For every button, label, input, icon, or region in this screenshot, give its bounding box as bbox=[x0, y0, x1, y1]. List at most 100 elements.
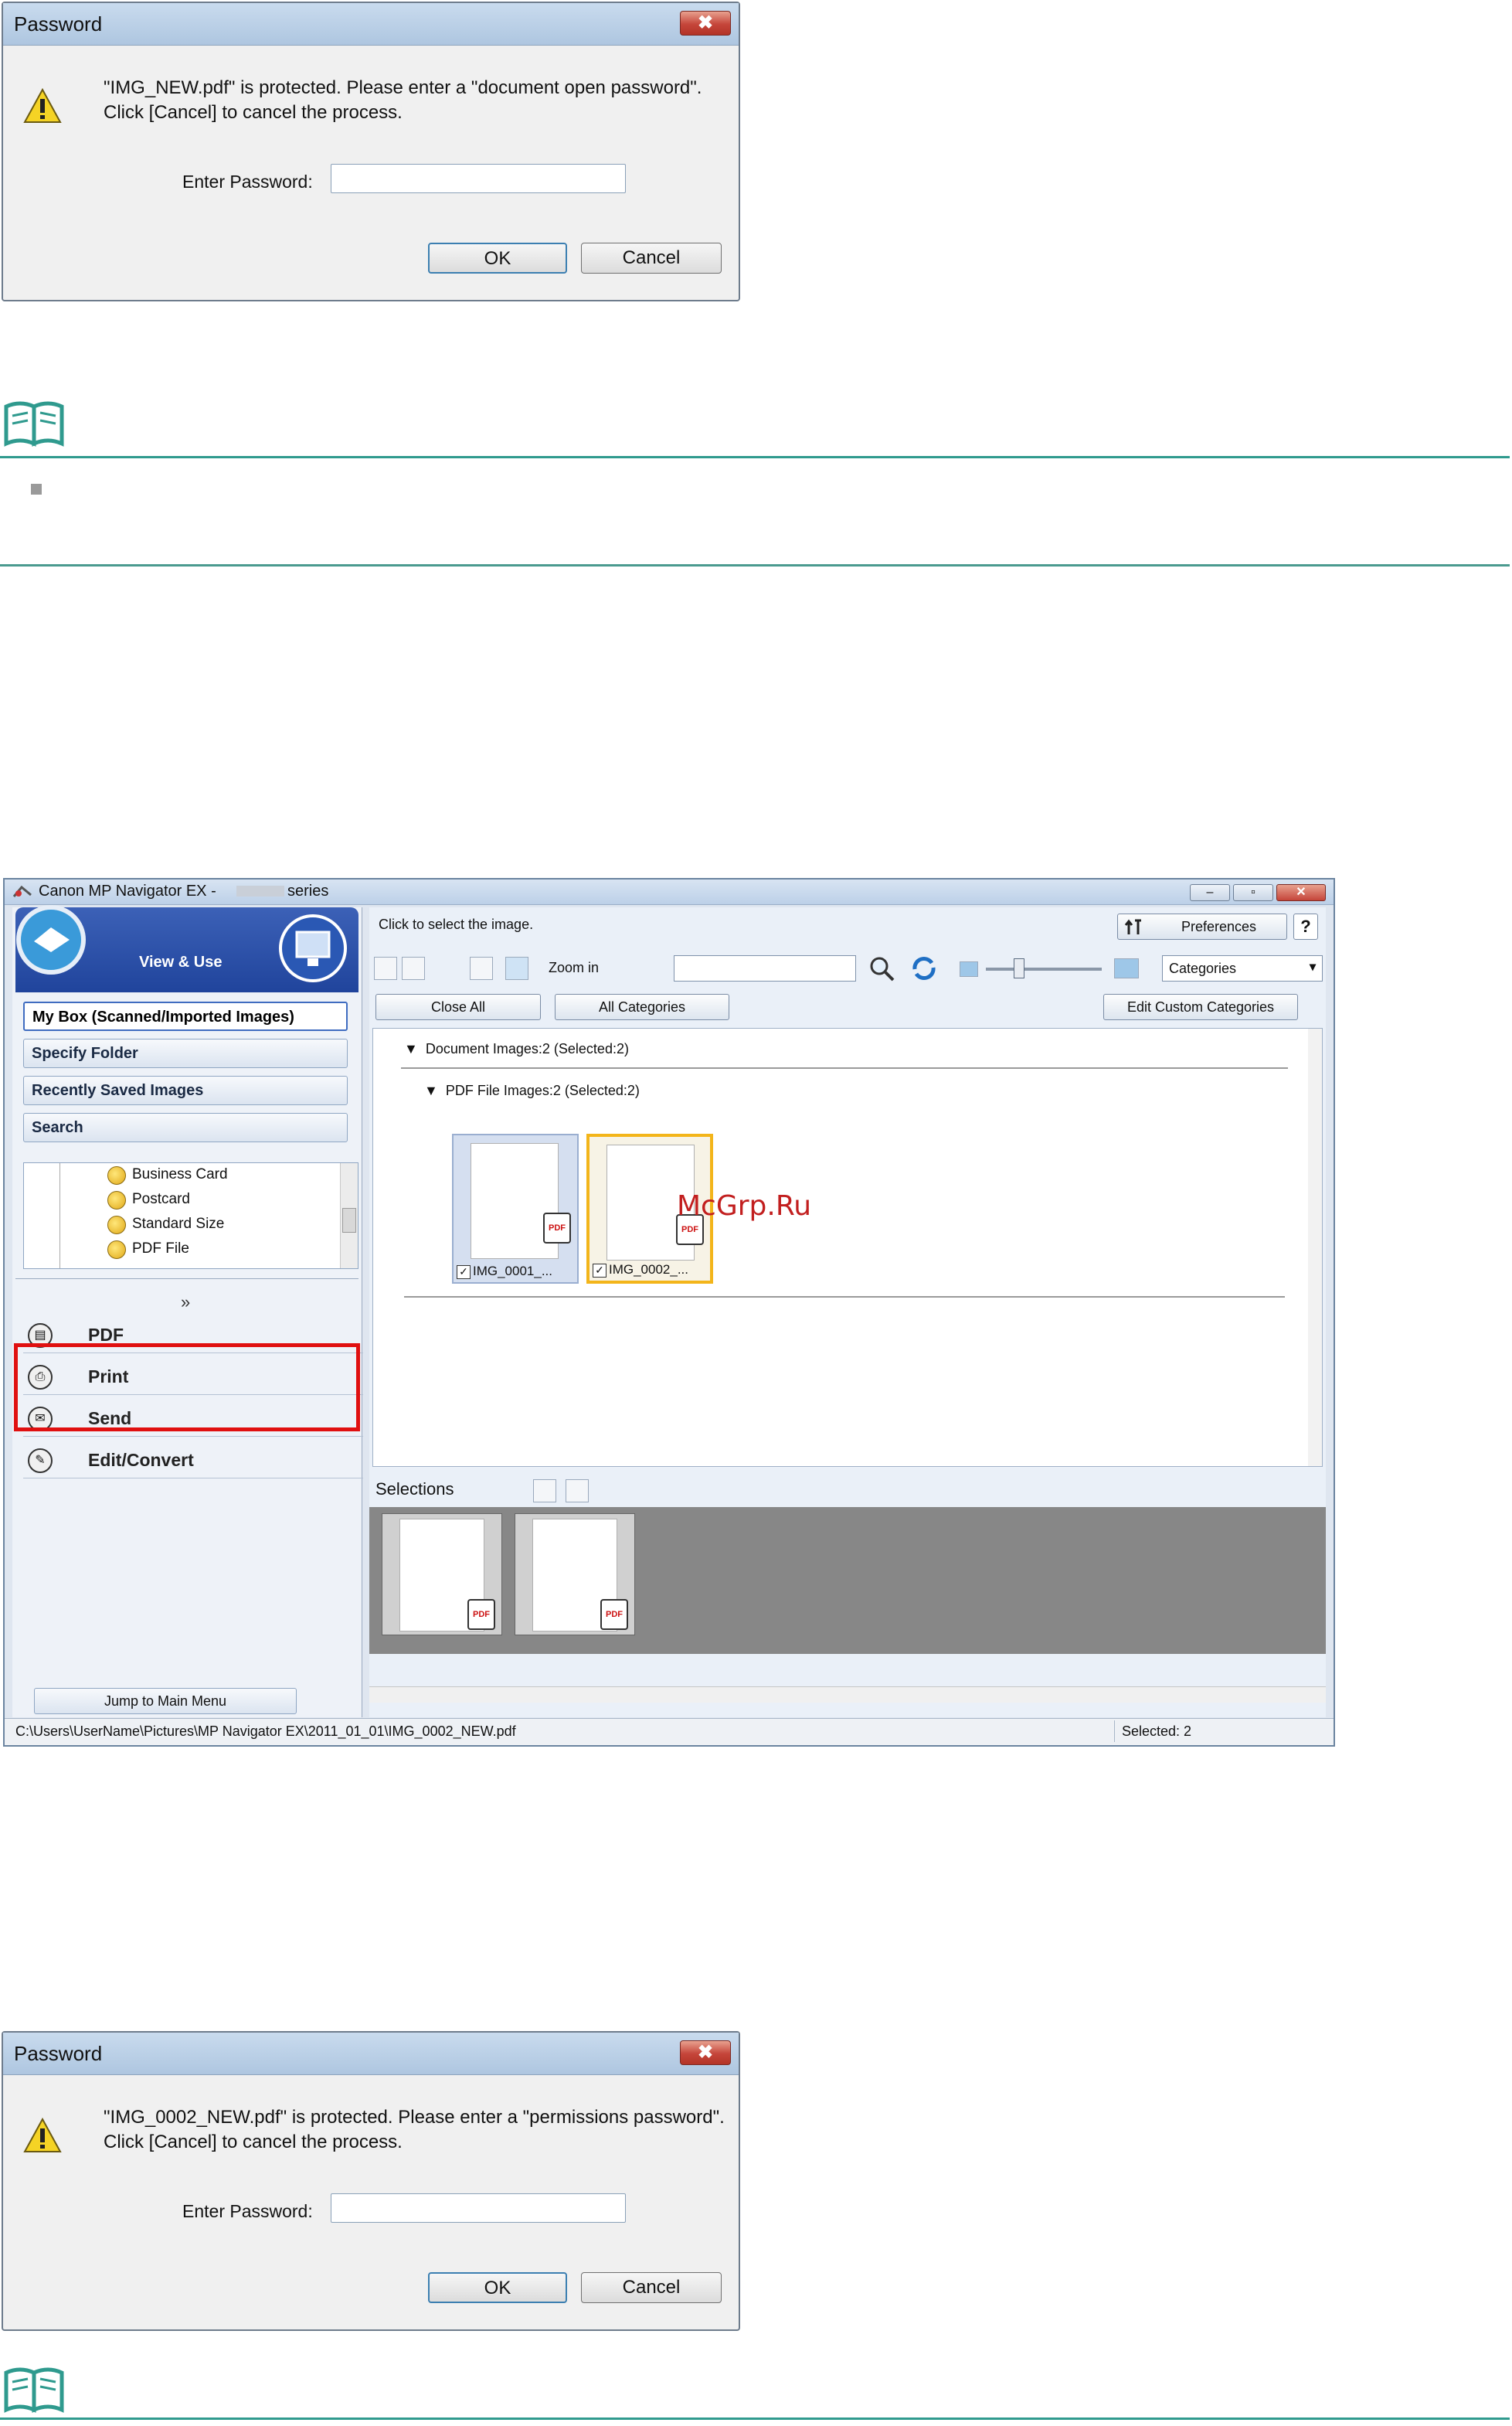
nav-recently-saved[interactable]: Recently Saved Images bbox=[23, 1076, 348, 1105]
group-document-text: Document Images:2 (Selected:2) bbox=[425, 1041, 629, 1056]
note-rule-bottom bbox=[0, 564, 1510, 567]
tree-item-business-card[interactable]: Business Card bbox=[132, 1166, 228, 1183]
categories-dropdown[interactable]: Categories ▾ bbox=[1162, 955, 1323, 982]
selections-area[interactable]: PDF PDF bbox=[369, 1507, 1326, 1654]
group-divider bbox=[401, 1067, 1288, 1069]
chevron-down-icon: ▾ bbox=[1309, 961, 1316, 974]
message-line-1: "IMG_NEW.pdf" is protected. Please enter… bbox=[104, 77, 702, 98]
watermark: McGrp.Ru bbox=[677, 1190, 812, 1222]
status-bar: C:\Users\UserName\Pictures\MP Navigator … bbox=[5, 1718, 1334, 1745]
checkbox-checked[interactable]: ✓ bbox=[457, 1264, 471, 1279]
jump-to-main-menu-button[interactable]: Jump to Main Menu bbox=[34, 1688, 297, 1714]
dialog-title: Password bbox=[14, 2042, 103, 2065]
tree-scrollbar[interactable] bbox=[340, 1163, 358, 1268]
all-categories-button[interactable]: All Categories bbox=[555, 994, 729, 1020]
mp-navigator-window: Canon MP Navigator EX - series ‒ ▫ ✕ Vie… bbox=[3, 878, 1335, 1747]
password-input[interactable] bbox=[331, 2193, 626, 2223]
nav-my-box[interactable]: My Box (Scanned/Imported Images) bbox=[23, 1002, 348, 1031]
tree-scroll-thumb[interactable] bbox=[342, 1208, 356, 1233]
nav-search[interactable]: Search bbox=[23, 1113, 348, 1142]
view-use-label: View & Use bbox=[139, 954, 223, 971]
selection-thumb-1[interactable]: PDF bbox=[382, 1513, 502, 1635]
image-browser[interactable]: ▼ Document Images:2 (Selected:2) ▼ PDF F… bbox=[372, 1028, 1323, 1467]
browser-scrollbar[interactable] bbox=[1308, 1029, 1322, 1466]
ok-button[interactable]: OK bbox=[428, 2272, 567, 2303]
warning-icon bbox=[23, 2118, 62, 2152]
close-all-button[interactable]: Close All bbox=[375, 994, 541, 1020]
password-dialog-open: Password ✖ "IMG_NEW.pdf" is protected. P… bbox=[2, 2, 740, 301]
refresh-icon[interactable] bbox=[910, 955, 938, 982]
password-input[interactable] bbox=[331, 164, 626, 193]
monitor-icon bbox=[279, 914, 347, 982]
selection-thumb-2[interactable]: PDF bbox=[515, 1513, 635, 1635]
preferences-icon bbox=[1124, 919, 1141, 934]
close-button[interactable]: ✖ bbox=[680, 11, 731, 36]
window-title-suffix: series bbox=[287, 883, 329, 900]
category-icon bbox=[107, 1216, 126, 1234]
edit-custom-categories-button[interactable]: Edit Custom Categories bbox=[1103, 994, 1298, 1020]
zoom-in-label: Zoom in bbox=[549, 960, 600, 975]
minimize-button[interactable]: ‒ bbox=[1190, 884, 1230, 901]
window-title: Canon MP Navigator EX - bbox=[39, 883, 216, 900]
nav-specify-folder[interactable]: Specify Folder bbox=[23, 1039, 348, 1068]
pdf-badge-icon: PDF bbox=[543, 1213, 571, 1244]
password-label: Enter Password: bbox=[182, 172, 313, 192]
tree-item-pdf-file[interactable]: PDF File bbox=[132, 1240, 189, 1257]
action-edit-convert[interactable]: ✎ Edit/Convert bbox=[23, 1442, 363, 1478]
pdf-badge-icon: PDF bbox=[600, 1599, 628, 1630]
grid-large-icon[interactable] bbox=[402, 957, 425, 980]
rotate-icon[interactable] bbox=[470, 957, 493, 980]
search-icon[interactable] bbox=[868, 955, 896, 982]
note-book-icon bbox=[4, 2367, 64, 2413]
list-view-icon[interactable] bbox=[566, 1479, 589, 1502]
status-file-path: C:\Users\UserName\Pictures\MP Navigator … bbox=[15, 1723, 516, 1739]
close-button[interactable]: ✖ bbox=[680, 2040, 731, 2065]
thumbnail-img-0001[interactable]: PDF ✓ IMG_0001_... bbox=[452, 1134, 579, 1284]
pencil-icon: ✎ bbox=[28, 1448, 53, 1473]
dialog-title: Password bbox=[14, 12, 103, 36]
grid-view-icon[interactable] bbox=[533, 1479, 556, 1502]
message-line-2: Click [Cancel] to cancel the process. bbox=[104, 102, 403, 123]
collapse-triangle-icon: ▼ bbox=[424, 1083, 446, 1098]
note-rule-top bbox=[0, 456, 1510, 458]
collapse-triangle-icon: ▼ bbox=[404, 1041, 426, 1056]
expand-chevron-icon[interactable]: » bbox=[181, 1292, 190, 1312]
thumbnail-label: ✓ IMG_0001_... bbox=[457, 1264, 552, 1279]
ok-button[interactable]: OK bbox=[428, 243, 567, 274]
tree-item-standard-size[interactable]: Standard Size bbox=[132, 1216, 224, 1233]
help-button[interactable]: ? bbox=[1293, 914, 1318, 940]
cancel-button[interactable]: Cancel bbox=[581, 2272, 722, 2303]
status-divider bbox=[1114, 1720, 1115, 1742]
toolbar: Zoom in Categories ▾ bbox=[369, 951, 1326, 985]
bullet-icon bbox=[31, 484, 42, 495]
window-close-button[interactable]: ✕ bbox=[1276, 884, 1326, 901]
window-titlebar: Canon MP Navigator EX - series ‒ ▫ ✕ bbox=[5, 880, 1334, 905]
action-edit-convert-label: Edit/Convert bbox=[88, 1450, 194, 1470]
preferences-button[interactable]: Preferences bbox=[1117, 914, 1287, 940]
navigator-logo-icon bbox=[16, 905, 86, 975]
search-input[interactable] bbox=[674, 955, 856, 982]
selections-label: Selections bbox=[375, 1479, 454, 1499]
selections-scrollbar[interactable] bbox=[369, 1686, 1326, 1703]
category-tree[interactable]: Business Card Postcard Standard Size PDF… bbox=[23, 1162, 358, 1269]
grid-small-icon[interactable] bbox=[374, 957, 397, 980]
checkbox-checked[interactable]: ✓ bbox=[593, 1263, 606, 1278]
zoom-in-icon[interactable] bbox=[505, 957, 528, 980]
model-name-redacted bbox=[236, 886, 284, 897]
slider-knob[interactable] bbox=[1014, 958, 1024, 978]
cancel-button[interactable]: Cancel bbox=[581, 243, 722, 274]
category-icon bbox=[107, 1240, 126, 1259]
dialog-titlebar: Password ✖ bbox=[3, 3, 739, 46]
thumbnail-size-slider[interactable] bbox=[986, 968, 1102, 971]
password-label: Enter Password: bbox=[182, 2201, 313, 2221]
maximize-button[interactable]: ▫ bbox=[1233, 884, 1273, 901]
group-document-header[interactable]: ▼ Document Images:2 (Selected:2) bbox=[404, 1041, 629, 1057]
left-pane: View & Use My Box (Scanned/Imported Imag… bbox=[12, 905, 363, 1717]
group-pdf-header[interactable]: ▼ PDF File Images:2 (Selected:2) bbox=[424, 1083, 640, 1099]
category-icon bbox=[107, 1191, 126, 1210]
tree-item-postcard[interactable]: Postcard bbox=[132, 1191, 190, 1208]
large-image-icon bbox=[1114, 958, 1139, 978]
warning-icon bbox=[23, 88, 62, 123]
instruction-text: Click to select the image. bbox=[379, 917, 534, 932]
message-line-2: Click [Cancel] to cancel the process. bbox=[104, 2132, 403, 2152]
